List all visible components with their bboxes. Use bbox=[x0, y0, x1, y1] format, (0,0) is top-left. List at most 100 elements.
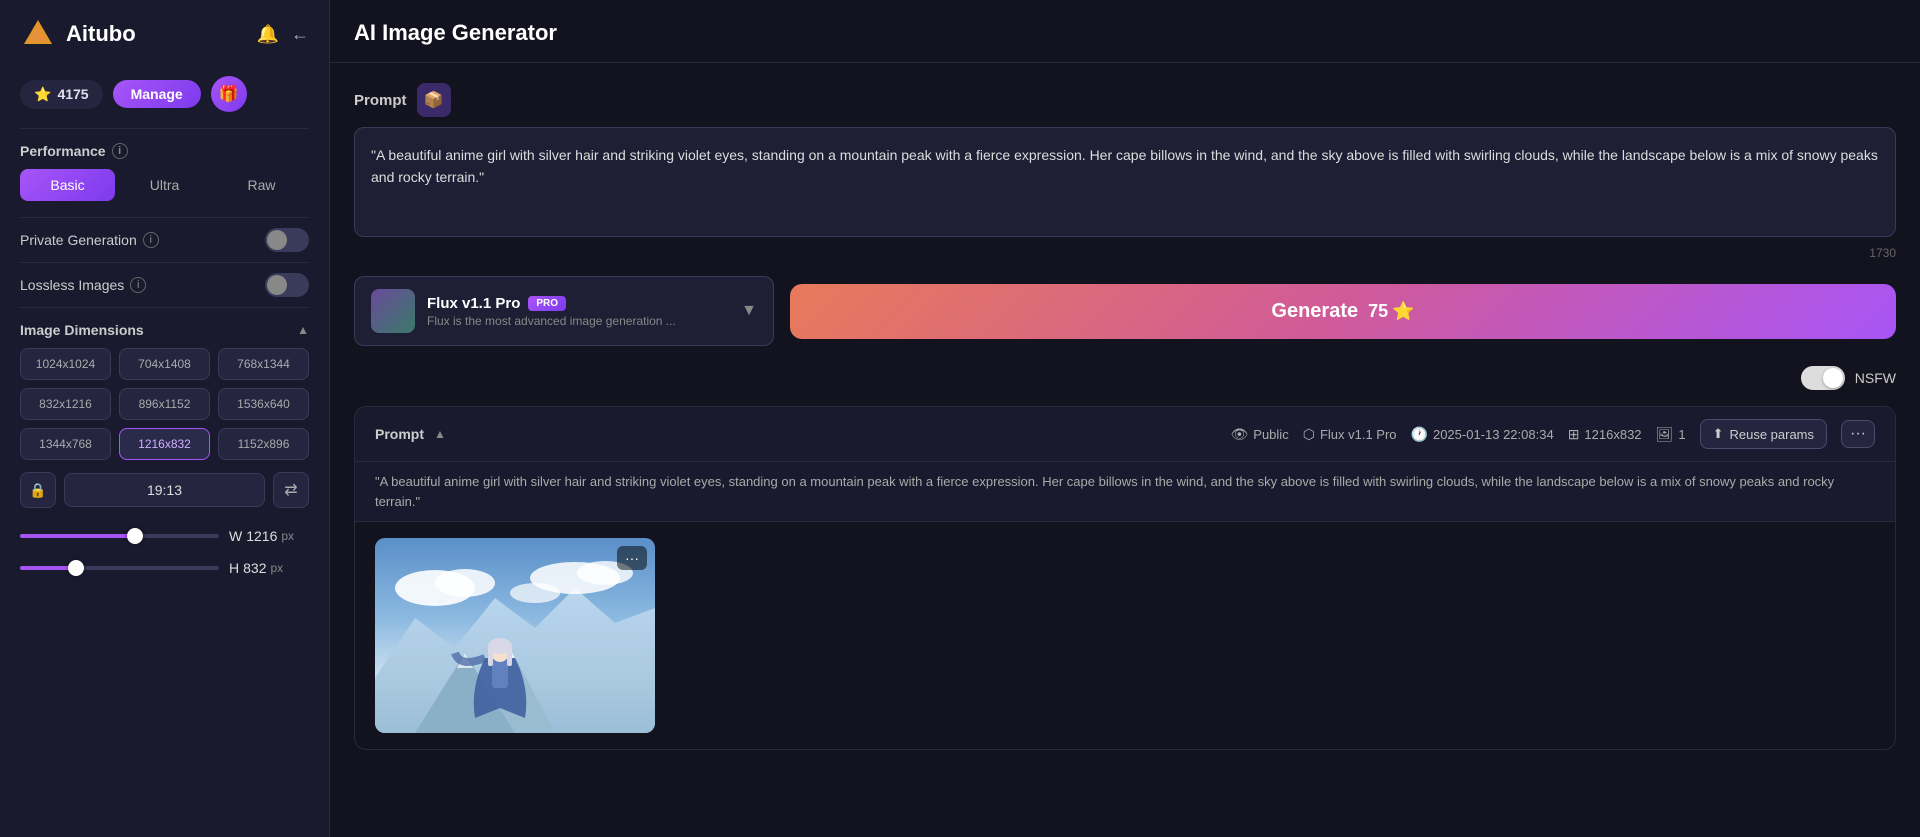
performance-info-icon[interactable]: i bbox=[112, 143, 128, 159]
gift-icon: 🎁 bbox=[219, 84, 239, 104]
lossless-images-label: Lossless Images i bbox=[20, 277, 146, 293]
private-generation-label: Private Generation i bbox=[20, 232, 159, 248]
nsfw-row: NSFW bbox=[354, 366, 1896, 390]
performance-section-label: Performance i bbox=[0, 129, 329, 169]
perf-raw-button[interactable]: Raw bbox=[214, 169, 309, 201]
model-icon: ⬡ bbox=[1303, 426, 1315, 443]
model-description: Flux is the most advanced image generati… bbox=[427, 314, 729, 328]
result-images: ··· bbox=[355, 522, 1895, 749]
height-slider-row: H 832 px bbox=[0, 552, 329, 584]
model-name-row: Flux v1.1 Pro PRO bbox=[427, 295, 729, 312]
performance-label: Performance bbox=[20, 143, 106, 159]
dim-1216x832[interactable]: 1216x832 bbox=[119, 428, 210, 460]
model-chevron-icon: ▼ bbox=[741, 302, 757, 320]
private-gen-info-icon[interactable]: i bbox=[143, 232, 159, 248]
coins-value: 4175 bbox=[57, 86, 88, 102]
generate-cost: 75 ⭐ bbox=[1368, 301, 1414, 322]
model-meta: ⬡ Flux v1.1 Pro bbox=[1303, 426, 1397, 443]
private-generation-row: Private Generation i bbox=[0, 218, 329, 262]
image-icon: 🖼 bbox=[1656, 426, 1674, 443]
width-slider-thumb[interactable] bbox=[127, 528, 143, 544]
prompt-section: Prompt 📦 "A beautiful anime girl with si… bbox=[354, 83, 1896, 260]
sidebar-header: Aitubo 🔔 ← bbox=[0, 0, 329, 68]
reuse-params-button[interactable]: ⬆ Reuse params bbox=[1700, 419, 1827, 449]
width-label: W bbox=[229, 528, 242, 544]
dim-768x1344[interactable]: 768x1344 bbox=[218, 348, 309, 380]
model-info: Flux v1.1 Pro PRO Flux is the most advan… bbox=[427, 295, 729, 328]
coins-manage-row: ⭐ 4175 Manage 🎁 bbox=[0, 68, 329, 128]
height-label: H bbox=[229, 560, 239, 576]
timestamp-value: 2025-01-13 22:08:34 bbox=[1433, 427, 1554, 442]
image-more-button[interactable]: ··· bbox=[617, 546, 647, 570]
sidebar: Aitubo 🔔 ← ⭐ 4175 Manage 🎁 Performance i… bbox=[0, 0, 330, 837]
dim-1536x640[interactable]: 1536x640 bbox=[218, 388, 309, 420]
result-chevron-icon[interactable]: ▲ bbox=[434, 427, 446, 441]
swap-button[interactable]: ⇄ bbox=[273, 472, 309, 508]
result-image-svg bbox=[375, 538, 655, 733]
dimensions-chevron-icon[interactable]: ▲ bbox=[297, 323, 309, 337]
model-name: Flux v1.1 Pro bbox=[427, 295, 520, 312]
height-unit: px bbox=[270, 561, 283, 575]
private-generation-toggle[interactable] bbox=[265, 228, 309, 252]
main-area: AI Image Generator Prompt 📦 "A beautiful… bbox=[330, 0, 1920, 837]
manage-button[interactable]: Manage bbox=[113, 80, 201, 108]
dim-1024x1024[interactable]: 1024x1024 bbox=[20, 348, 111, 380]
nsfw-label: NSFW bbox=[1855, 370, 1896, 386]
main-content: Prompt 📦 "A beautiful anime girl with si… bbox=[330, 63, 1920, 837]
ratio-input[interactable] bbox=[64, 473, 265, 507]
model-thumbnail bbox=[371, 289, 415, 333]
prompt-char-count: 1730 bbox=[354, 246, 1896, 260]
timestamp-meta: 🕐 2025-01-13 22:08:34 bbox=[1411, 426, 1554, 443]
page-title: AI Image Generator bbox=[354, 20, 1896, 46]
visibility-meta: 👁 Public bbox=[1231, 426, 1289, 443]
lossless-images-toggle[interactable] bbox=[265, 273, 309, 297]
width-slider[interactable] bbox=[20, 526, 219, 546]
prompt-textarea[interactable]: "A beautiful anime girl with silver hair… bbox=[354, 127, 1896, 237]
eye-icon: 👁 bbox=[1231, 426, 1249, 443]
clock-icon: 🕐 bbox=[1411, 426, 1428, 443]
reuse-icon: ⬆ bbox=[1713, 426, 1724, 442]
result-model-value: Flux v1.1 Pro bbox=[1320, 427, 1397, 442]
resolution-meta: ⊞ 1216x832 bbox=[1568, 426, 1642, 443]
width-slider-track bbox=[20, 534, 219, 538]
height-slider[interactable] bbox=[20, 558, 219, 578]
perf-ultra-button[interactable]: Ultra bbox=[117, 169, 212, 201]
generate-label: Generate bbox=[1271, 300, 1358, 323]
width-value-group: W 1216 px bbox=[229, 528, 309, 544]
app-name: Aitubo bbox=[66, 21, 136, 47]
count-value: 1 bbox=[1678, 427, 1685, 442]
height-value-group: H 832 px bbox=[229, 560, 309, 576]
lossless-info-icon[interactable]: i bbox=[130, 277, 146, 293]
main-header: AI Image Generator bbox=[330, 0, 1920, 63]
more-options-button[interactable]: ··· bbox=[1841, 420, 1875, 448]
pro-badge: PRO bbox=[528, 296, 566, 311]
dim-1344x768[interactable]: 1344x768 bbox=[20, 428, 111, 460]
cube-button[interactable]: 📦 bbox=[417, 83, 451, 117]
image-dimensions-label: Image Dimensions bbox=[20, 322, 144, 338]
dim-704x1408[interactable]: 704x1408 bbox=[119, 348, 210, 380]
dim-896x1152[interactable]: 896x1152 bbox=[119, 388, 210, 420]
coins-badge: ⭐ 4175 bbox=[20, 80, 103, 109]
result-header: Prompt ▲ 👁 Public ⬡ Flux v1.1 Pro 🕐 2025… bbox=[355, 407, 1895, 462]
result-section: Prompt ▲ 👁 Public ⬡ Flux v1.1 Pro 🕐 2025… bbox=[354, 406, 1896, 750]
bell-icon[interactable]: 🔔 bbox=[257, 24, 279, 45]
width-value: 1216 bbox=[246, 528, 277, 544]
dim-1152x896[interactable]: 1152x896 bbox=[218, 428, 309, 460]
image-dimensions-header: Image Dimensions ▲ bbox=[0, 308, 329, 348]
nsfw-toggle[interactable] bbox=[1801, 366, 1845, 390]
count-meta: 🖼 1 bbox=[1656, 426, 1686, 443]
model-selector[interactable]: Flux v1.1 Pro PRO Flux is the most advan… bbox=[354, 276, 774, 346]
result-meta: 👁 Public ⬡ Flux v1.1 Pro 🕐 2025-01-13 22… bbox=[1231, 419, 1876, 449]
height-value: 832 bbox=[243, 560, 266, 576]
height-slider-thumb[interactable] bbox=[68, 560, 84, 576]
dimension-presets: 1024x1024 704x1408 768x1344 832x1216 896… bbox=[0, 348, 329, 472]
prompt-label: Prompt bbox=[354, 92, 407, 109]
generate-button[interactable]: Generate 75 ⭐ bbox=[790, 284, 1896, 339]
gift-button[interactable]: 🎁 bbox=[211, 76, 247, 112]
back-icon[interactable]: ← bbox=[291, 24, 309, 45]
lock-button[interactable]: 🔒 bbox=[20, 472, 56, 508]
width-slider-row: W 1216 px bbox=[0, 520, 329, 552]
cube-icon: 📦 bbox=[424, 90, 444, 110]
dim-832x1216[interactable]: 832x1216 bbox=[20, 388, 111, 420]
perf-basic-button[interactable]: Basic bbox=[20, 169, 115, 201]
